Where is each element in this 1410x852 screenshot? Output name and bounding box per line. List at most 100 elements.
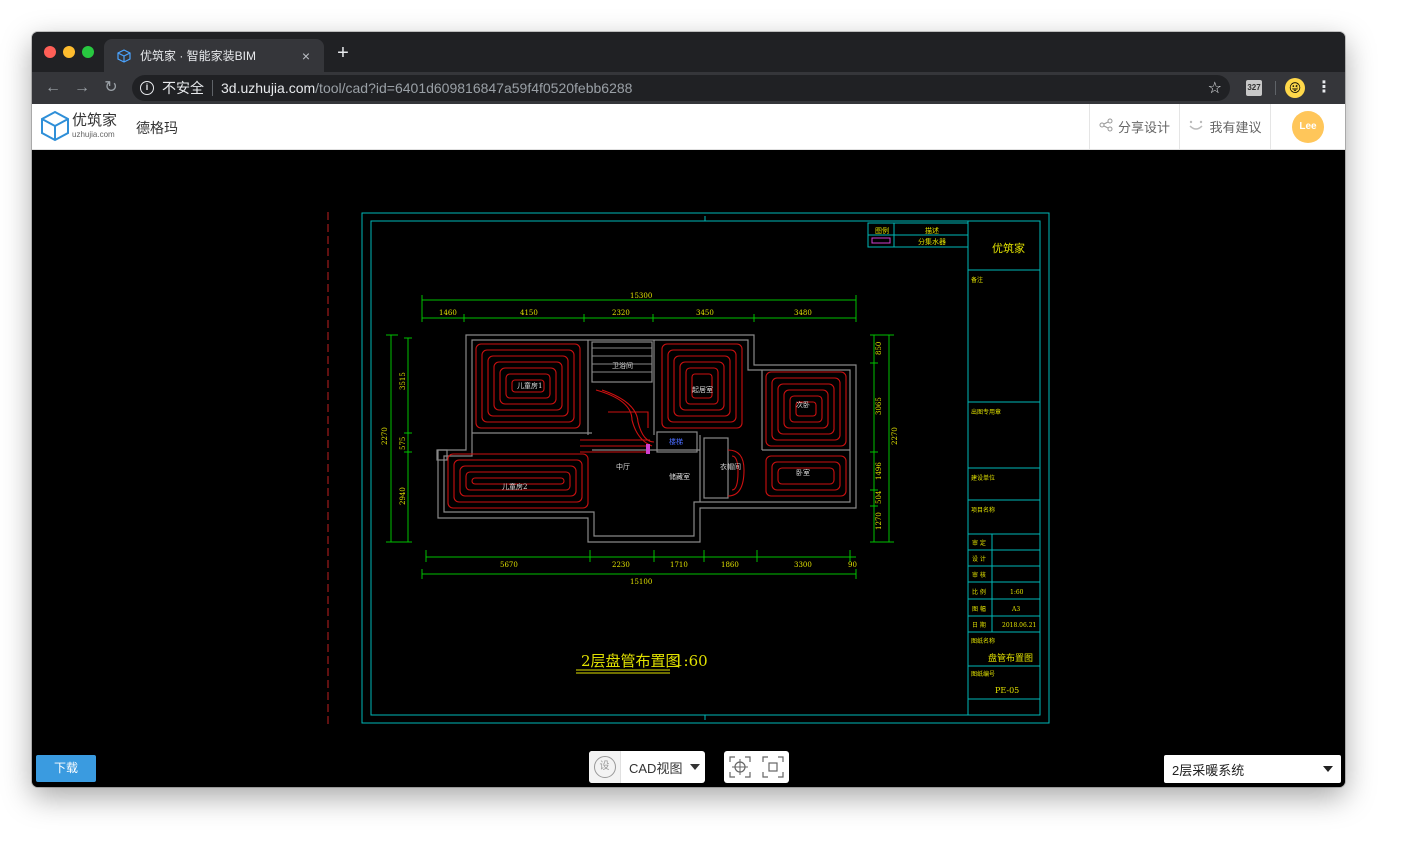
room-label-9: 储藏室: [669, 472, 690, 481]
top-dimensions: 15300 1460 4150 2320 3450 3480: [421, 292, 857, 322]
close-window-button[interactable]: [44, 46, 56, 58]
drawing-no-label: 图纸编号: [971, 670, 995, 678]
right-dim-1: 850: [875, 342, 883, 355]
company-name: 优筑家: [992, 241, 1025, 255]
back-arrow-icon[interactable]: ←: [42, 77, 64, 99]
legend-item-1: 分集水器: [918, 237, 946, 246]
center-view-button[interactable]: [727, 754, 753, 780]
download-button[interactable]: 下载: [36, 755, 96, 782]
view-mode-label: CAD视图: [629, 760, 683, 776]
row-date-label: 日 期: [972, 621, 986, 629]
drawing-scale: 1:60: [674, 652, 708, 670]
reload-icon[interactable]: ↻: [100, 77, 122, 99]
title-block: 优筑家 备注 出图专用章 建设单位 项目名称 审 定 设 计 审 核 比 例 1…: [967, 221, 1041, 715]
bottom-dim-2: 2230: [612, 561, 630, 569]
suggestion-label: 我有建议: [1209, 120, 1262, 135]
left-dim-3: 2940: [399, 487, 407, 505]
cad-drawing[interactable]: 图例 描述 分集水器 优筑家 备注 出图专用章 建设单位 项目名称 审 定 设 …: [32, 150, 1345, 787]
room-label-3: 起居室: [692, 385, 713, 394]
project-label: 项目名称: [971, 506, 995, 514]
omnibox-divider: [212, 80, 213, 96]
room-label-8: 儿童房2: [502, 482, 527, 491]
fit-view-button[interactable]: [760, 754, 786, 780]
unit-label: 建设单位: [971, 474, 995, 482]
legend-header-2: 描述: [925, 226, 939, 235]
toolbar-divider: [1275, 81, 1276, 95]
bottom-total-dim: 15100: [630, 578, 652, 586]
heating-system-select[interactable]: 2层采暖系统: [1164, 755, 1341, 783]
minimize-window-button[interactable]: [63, 46, 75, 58]
outer-frame: [361, 212, 1050, 724]
row-approve-label: 审 定: [972, 539, 986, 547]
left-dim-1: 3515: [399, 372, 407, 390]
share-design-button[interactable]: 分享设计: [1089, 104, 1179, 149]
right-dim-3: 1496: [875, 462, 883, 480]
top-dim-1: 1460: [439, 309, 457, 317]
drawing-title: 2层盘管布置图: [581, 652, 681, 670]
smile-icon: [1188, 118, 1204, 135]
notes-label: 备注: [971, 276, 983, 284]
profile-emoji-icon[interactable]: 😜: [1285, 78, 1305, 98]
room-label-1: 儿童房1: [517, 381, 542, 390]
project-name: 德格玛: [136, 120, 178, 136]
suggestion-button[interactable]: 我有建议: [1179, 104, 1270, 149]
browser-toolbar: ← → ↻ i 不安全 3d.uzhujia.com /tool/cad?id=…: [32, 72, 1345, 104]
info-icon[interactable]: i: [140, 81, 154, 95]
tab-bar: 优筑家 · 智能家装BIM × +: [32, 32, 1345, 72]
cube-favicon-icon: [116, 48, 132, 64]
right-dim-2: 3065: [875, 397, 883, 415]
row-size-value: A3: [1011, 606, 1020, 613]
forward-arrow-icon[interactable]: →: [71, 77, 93, 99]
tab-title: 优筑家 · 智能家装BIM: [140, 49, 256, 63]
avatar[interactable]: Lee: [1292, 110, 1324, 143]
view-mode-select[interactable]: CAD视图: [621, 751, 705, 783]
right-dimensions: 850 3065 1496 504 1270 2270: [870, 334, 899, 543]
right-dim-4: 504: [875, 490, 883, 504]
app-header: 优筑家 uzhujia.com 德格玛 分享设计 我有建议 Lee: [32, 104, 1345, 150]
fit-screen-icon: [762, 756, 784, 778]
new-tab-button[interactable]: +: [332, 42, 354, 64]
room-label-7: 衣帽间: [720, 462, 741, 471]
bottom-dim-1: 5670: [500, 561, 518, 569]
logo-name: 优筑家: [72, 112, 118, 129]
drawing-no: PE-05: [995, 686, 1019, 695]
url-path: /tool/cad?id=6401d609816847a59f4f0520feb…: [315, 80, 633, 96]
chevron-down-icon: [1323, 766, 1333, 772]
maximize-window-button[interactable]: [82, 46, 94, 58]
view-mode-group: 设 CAD视图: [589, 751, 705, 783]
top-dim-3: 2320: [612, 309, 630, 317]
right-total-dim: 2270: [891, 427, 899, 445]
room-label-6: 中厅: [616, 462, 630, 471]
cube-logo-icon: [41, 110, 69, 142]
room-label-5: 楼梯: [669, 437, 683, 446]
logo[interactable]: 优筑家 uzhujia.com: [40, 110, 117, 142]
cad-canvas[interactable]: 图例 描述 分集水器 优筑家 备注 出图专用章 建设单位 项目名称 审 定 设 …: [32, 150, 1345, 787]
row-design-label: 设 计: [972, 555, 986, 563]
legend-table: 图例 描述 分集水器: [867, 222, 969, 248]
bookmark-star-icon[interactable]: ☆: [1208, 78, 1222, 98]
view-settings-button[interactable]: 设: [589, 751, 621, 783]
browser-tab[interactable]: 优筑家 · 智能家装BIM ×: [104, 39, 324, 72]
extension-icon[interactable]: 327: [1246, 80, 1262, 96]
room-label-4: 次卧: [796, 400, 810, 409]
top-dim-4: 3450: [696, 309, 714, 317]
address-bar[interactable]: i 不安全 3d.uzhujia.com /tool/cad?id=6401d6…: [132, 75, 1230, 101]
row-date-value: 2018.06.21: [1002, 622, 1036, 629]
avatar-container[interactable]: Lee: [1270, 104, 1345, 149]
security-label: 不安全: [162, 80, 204, 96]
url-host: 3d.uzhujia.com: [221, 80, 316, 96]
logo-domain: uzhujia.com: [72, 130, 115, 139]
room-label-2: 卫浴间: [612, 361, 633, 370]
row-review-label: 审 核: [972, 571, 986, 579]
bottom-dim-6: 90: [848, 561, 857, 569]
top-dim-2: 4150: [520, 309, 538, 317]
manifold-marker: [646, 444, 650, 454]
legend-header-1: 图例: [875, 226, 889, 235]
top-dim-5: 3480: [794, 309, 812, 317]
bottom-dim-5: 3300: [794, 561, 812, 569]
room-label-10: 卧室: [796, 468, 810, 477]
stamp-label: 出图专用章: [971, 408, 1001, 416]
browser-window: 优筑家 · 智能家装BIM × + ← → ↻ i 不安全 3d.uzhujia…: [32, 32, 1345, 787]
browser-menu-icon[interactable]: ⋮: [1316, 77, 1332, 99]
tab-close-icon[interactable]: ×: [296, 48, 316, 64]
